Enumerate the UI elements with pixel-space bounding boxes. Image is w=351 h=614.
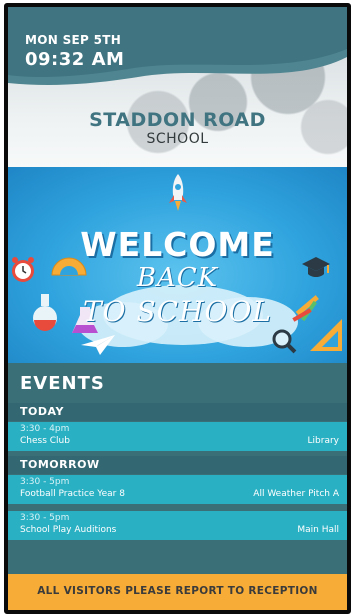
event-name: Chess Club <box>20 436 70 446</box>
rocket-icon <box>169 174 187 211</box>
event-time: 3:30 - 4pm <box>20 424 70 434</box>
current-time: 09:32 AM <box>25 49 125 70</box>
magnifier-icon <box>272 329 297 354</box>
event-location: All Weather Pitch A <box>253 489 339 499</box>
day-header-today: TODAY <box>8 403 347 421</box>
event-time: 3:30 - 5pm <box>20 477 70 487</box>
event-row: 3:30 - 4pm Chess Club Library <box>8 422 347 451</box>
header: MON SEP 5TH 09:32 AM STADDON ROAD SCHOOL <box>8 7 347 167</box>
event-location: Library <box>307 436 339 446</box>
events-heading: EVENTS <box>20 373 105 394</box>
current-date: MON SEP 5TH <box>25 33 122 47</box>
day-label: TODAY <box>20 405 64 418</box>
school-name-sub: SCHOOL <box>146 131 209 147</box>
events-panel: EVENTS TODAY 3:30 - 4pm Chess Club Libra… <box>8 363 347 574</box>
event-time: 3:30 - 5pm <box>20 513 70 523</box>
event-name: School Play Auditions <box>20 525 117 535</box>
paper-plane-icon <box>81 335 115 355</box>
event-row: 3:30 - 5pm Football Practice Year 8 All … <box>8 475 347 504</box>
event-row: 3:30 - 5pm School Play Auditions Main Ha… <box>8 511 347 540</box>
event-name: Football Practice Year 8 <box>20 489 125 499</box>
signage-frame: MON SEP 5TH 09:32 AM STADDON ROAD SCHOOL <box>4 3 351 614</box>
welcome-title: WELCOME <box>80 225 275 264</box>
welcome-banner: WELCOME BACK TO SCHOOL <box>8 167 347 363</box>
visitor-notice-bar: ALL VISITORS PLEASE REPORT TO RECEPTION <box>8 574 347 610</box>
welcome-subtitle-back: BACK <box>136 263 219 293</box>
event-location: Main Hall <box>297 525 339 535</box>
welcome-subtitle-to-school: TO SCHOOL <box>82 295 273 328</box>
day-header-tomorrow: TOMORROW <box>8 456 347 474</box>
date-banner-shape <box>8 7 347 85</box>
visitor-notice-text: ALL VISITORS PLEASE REPORT TO RECEPTION <box>37 585 318 597</box>
day-label: TOMORROW <box>20 458 100 471</box>
school-name: STADDON ROAD <box>89 109 266 131</box>
